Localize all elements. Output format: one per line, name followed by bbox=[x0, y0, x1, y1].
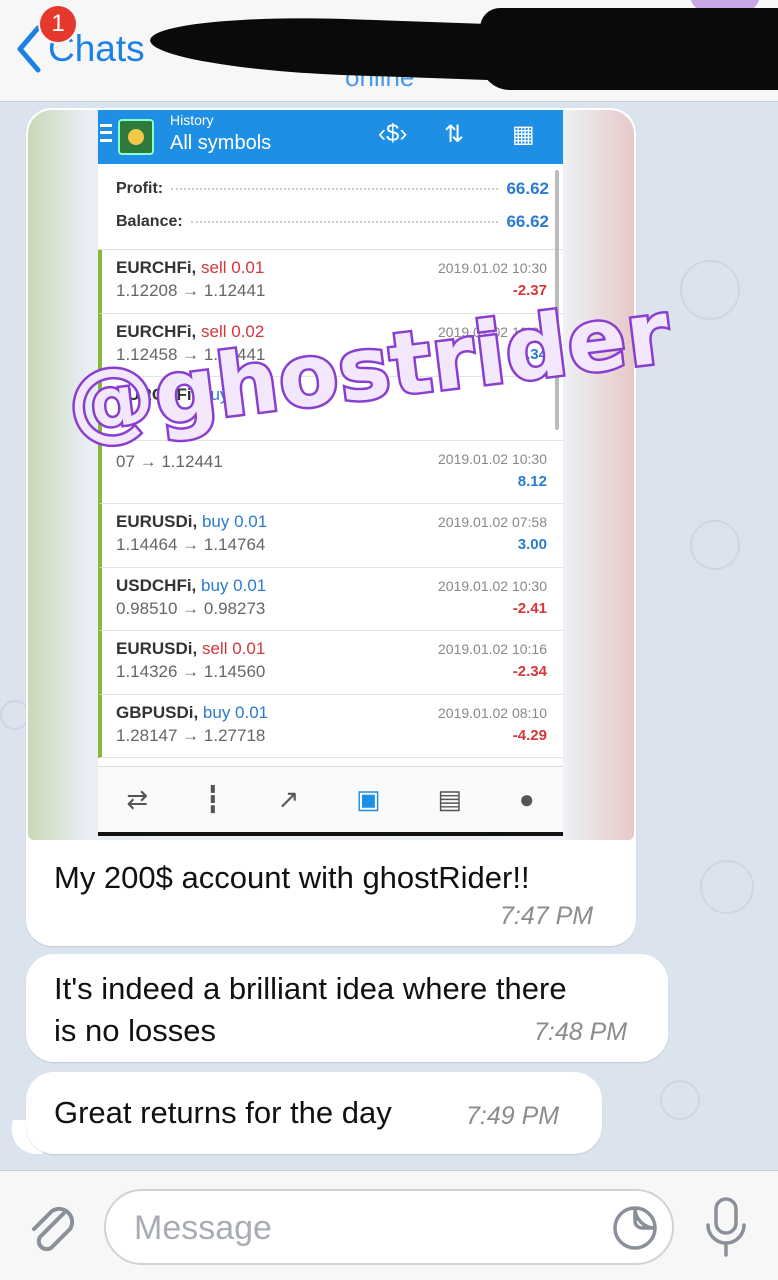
summary-row-profit: Profit: 66.62 bbox=[116, 178, 549, 198]
menu-icon bbox=[100, 124, 112, 142]
trade-date: 2019.01.02 10:30 bbox=[438, 577, 547, 594]
trade-date: 2019.01.02 08:10 bbox=[438, 704, 547, 721]
message-field[interactable] bbox=[104, 1189, 674, 1265]
unread-badge: 1 bbox=[38, 4, 78, 44]
account-summary: Profit: 66.62 Balance: 66.62 bbox=[98, 164, 563, 250]
news-icon[interactable]: ▤ bbox=[437, 784, 462, 815]
background-doodle bbox=[700, 860, 754, 914]
photo-caption: My 200$ account with ghostRider!! bbox=[54, 860, 530, 895]
mt-title: All symbols bbox=[170, 132, 272, 154]
summary-row-balance: Balance: 66.62 bbox=[116, 211, 549, 231]
message-time: 7:47 PM bbox=[500, 902, 594, 930]
trade-date: 2019.01.02 10:16 bbox=[438, 641, 547, 657]
microphone-icon[interactable] bbox=[700, 1195, 752, 1259]
message-input[interactable] bbox=[134, 1205, 574, 1251]
trade-row[interactable]: USDCHFi, buy 0.01 0.98510 → 0.98273 2019.0… bbox=[98, 567, 563, 631]
sort-icon: ⇅ bbox=[444, 121, 465, 148]
quotes-icon[interactable]: ⇄ bbox=[126, 784, 148, 815]
message-time: 7:49 PM bbox=[466, 1102, 560, 1130]
metatrader-logo-icon bbox=[118, 119, 154, 155]
trade-profit: 8.12 bbox=[517, 472, 547, 490]
trade-side: sell 0.01 bbox=[201, 258, 265, 277]
chevron-left-icon bbox=[17, 25, 41, 73]
mt-bottom-nav: ⇄ ┇ ↗ ▣ ▤ ● bbox=[98, 766, 563, 832]
chat-icon[interactable]: ● bbox=[519, 784, 535, 815]
trade-date: 2019.01.02 07:58 bbox=[438, 514, 547, 530]
background-doodle bbox=[690, 520, 740, 570]
trade-prices: 1.14326 → 1.14560 bbox=[116, 662, 266, 681]
trade-symbol: USDCHFi, bbox=[116, 575, 197, 595]
trade-icon[interactable]: ↗ bbox=[277, 784, 299, 815]
mt-section-label: History bbox=[170, 112, 214, 128]
back-button[interactable]: Chats bbox=[14, 24, 145, 74]
trade-row[interactable]: EURUSDi, sell 0.01 1.14326 → 1.14560 2019.… bbox=[98, 631, 563, 695]
paperclip-icon[interactable] bbox=[24, 1201, 80, 1257]
trade-profit: -4.29 bbox=[512, 726, 547, 744]
redaction-mark bbox=[480, 8, 778, 90]
history-icon[interactable]: ▣ bbox=[356, 784, 381, 815]
sticker-icon[interactable] bbox=[612, 1205, 658, 1251]
trade-prices: 1.28147 → 1.27718 bbox=[116, 725, 266, 745]
trade-side: sell 0.01 bbox=[201, 639, 266, 658]
trade-profit: 3.00 bbox=[517, 536, 547, 553]
mt-toolbar: History All symbols ‹$› ⇅ ▦ bbox=[98, 110, 563, 164]
chart-icon[interactable]: ┇ bbox=[205, 784, 221, 815]
trade-symbol: EURUSDi, bbox=[116, 512, 198, 531]
message-input-bar bbox=[0, 1170, 778, 1280]
trade-prices: 0.98510 → 0.98273 bbox=[116, 598, 266, 618]
message-bubble[interactable]: It's indeed a brilliant idea where there… bbox=[26, 954, 668, 1062]
trade-date: 2019.01.02 10:30 bbox=[438, 260, 547, 276]
message-time: 7:48 PM bbox=[534, 1018, 628, 1046]
trade-prices: 1.14464 → 1.14764 bbox=[116, 535, 266, 554]
message-text: Great returns for the day bbox=[54, 1095, 392, 1130]
calendar-icon: ▦ bbox=[512, 121, 535, 148]
trade-side: buy 0.01 bbox=[201, 575, 267, 595]
background-doodle bbox=[680, 260, 740, 320]
message-bubble[interactable]: Great returns for the day 7:49 PM bbox=[26, 1072, 602, 1154]
trade-symbol: EURUSDi, bbox=[116, 639, 198, 658]
trade-symbol: EURCHFi, bbox=[116, 258, 197, 277]
background-doodle bbox=[660, 1080, 700, 1120]
trade-profit: -2.41 bbox=[512, 599, 547, 617]
trade-row[interactable]: EURUSDi, buy 0.01 1.14464 → 1.14764 2019.0… bbox=[98, 504, 563, 568]
trade-symbol: EURCHFi, bbox=[116, 321, 197, 341]
trade-prices: 1.12208 → 1.12441 bbox=[116, 281, 266, 300]
trade-symbol: GBPUSDi, bbox=[116, 702, 199, 722]
trade-side: buy 0.01 bbox=[201, 512, 268, 531]
trade-side: buy 0.01 bbox=[202, 702, 269, 722]
trade-profit: -2.34 bbox=[512, 663, 547, 680]
message-text: It's indeed a brilliant idea where there… bbox=[54, 971, 567, 1048]
trade-row[interactable]: GBPUSDi, buy 0.01 1.28147 → 1.27718 2019.0… bbox=[98, 694, 563, 758]
currency-icon: ‹$› bbox=[378, 120, 408, 147]
chat-header: Chats 1 online bbox=[0, 0, 778, 102]
